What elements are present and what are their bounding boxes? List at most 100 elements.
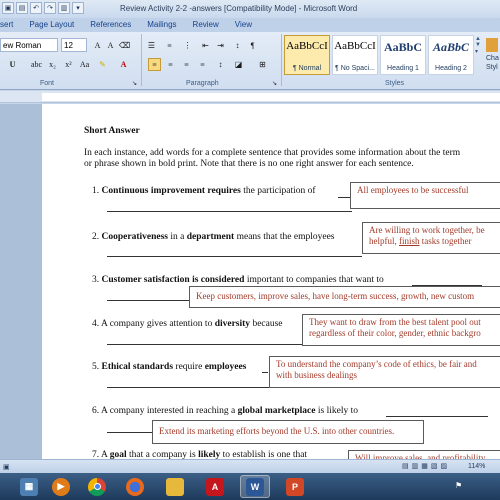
web-layout-icon[interactable]: ▦ [421,462,428,470]
tab-insert[interactable]: sert [0,18,21,32]
macro-record-icon[interactable]: ▣ [3,463,10,471]
decrease-indent-icon[interactable]: ⇤ [199,39,212,52]
style-heading-2[interactable]: AaBbC Heading 2 [428,35,474,75]
answer-blank [262,372,268,373]
undo-icon[interactable]: ↶ [30,2,42,14]
borders-icon[interactable]: ⊞ [256,58,269,71]
subscript-icon[interactable]: x₂ [46,58,59,71]
show-marks-icon[interactable]: ¶ [246,39,259,52]
answer-textbox-2[interactable]: Are willing to work together, be helpful… [362,222,500,254]
answer-blank [386,416,488,417]
question-term: Cooperativeness [101,232,169,242]
question-number: 3. [92,275,100,285]
font-size-select[interactable]: 12 [61,38,87,52]
change-case-icon[interactable]: Aa [78,58,91,71]
taskbar-firefox[interactable] [120,475,150,498]
status-bar: ▣ ▤ ▥ ▦ ▧ ▨ 114% [0,459,500,473]
font-name-select[interactable]: ew Roman [0,38,58,52]
question-text: is likely to [315,406,358,416]
print-icon[interactable]: ▥ [58,2,70,14]
numbering-icon[interactable]: ≡ [163,39,176,52]
taskbar-acrobat[interactable]: A [200,475,230,498]
more-icon[interactable]: ▾ [475,48,485,55]
tab-review[interactable]: Review [185,18,227,32]
shrink-font-icon[interactable]: A [104,39,117,52]
customize-icon[interactable]: ▾ [72,2,84,14]
answer-blank [107,387,269,388]
style-normal[interactable]: AaBbCcI ¶ Normal [284,35,330,75]
answer-textbox-5[interactable]: To understand the company’s code of ethi… [269,356,500,388]
answer-textbox-6[interactable]: Extend its marketing efforts beyond the … [152,420,424,444]
question-2: 2. Cooperativeness in a department means… [92,232,334,242]
full-screen-icon[interactable]: ▥ [412,462,419,470]
font-dialog-launcher-icon[interactable]: ↘ [128,77,141,90]
print-layout-icon[interactable]: ▤ [402,462,409,470]
answer-textbox-7[interactable]: Will improve sales, and profitability [348,450,500,459]
style-no-spacing[interactable]: AaBbCcI ¶ No Spaci... [332,35,378,75]
answer-blank [107,344,302,345]
style-heading-1[interactable]: AaBbC Heading 1 [380,35,426,75]
answer-blank [107,211,352,212]
tab-page-layout[interactable]: Page Layout [21,18,82,32]
word-icon: W [246,477,264,496]
answer-textbox-1[interactable]: All employees to be successful [350,182,500,209]
document-page[interactable]: Short Answer In each instance, add words… [42,104,500,459]
taskbar-chrome[interactable] [82,475,112,498]
justify-icon[interactable]: ≡ [196,58,209,71]
system-tray-flag-icon[interactable]: ⚑ [455,481,462,490]
paragraph-dialog-launcher-icon[interactable]: ↘ [268,77,281,90]
align-left-icon[interactable]: ≡ [148,58,161,71]
align-center-icon[interactable]: ≡ [164,58,177,71]
taskbar-folder[interactable] [160,475,190,498]
answer-line: Are willing to work together, be [369,225,485,235]
highlight-icon[interactable]: ✎ [96,58,109,71]
question-text: in a [168,232,187,242]
folder-icon [166,477,184,496]
horizontal-ruler[interactable] [0,91,500,103]
align-right-icon[interactable]: ≡ [180,58,193,71]
line-spacing-icon[interactable]: ↕ [214,58,227,71]
font-color-icon[interactable]: A [117,58,130,71]
instructions-line-2: or phrase shown in bold print. Note that… [84,159,414,169]
taskbar-powerpoint[interactable]: P [280,475,310,498]
explorer-icon: ▦ [20,477,38,496]
taskbar-media-player[interactable]: ▶ [46,475,76,498]
change-styles-button[interactable]: Cha Styl [486,38,499,72]
office-icon[interactable]: ▣ [2,2,14,14]
save-icon[interactable]: ▤ [16,2,28,14]
question-6: 6. A company interested in reaching a gl… [92,406,358,416]
outline-icon[interactable]: ▧ [431,462,438,470]
multilevel-list-icon[interactable]: ⋮ [181,39,194,52]
styles-scroll[interactable]: ▲ ▼ ▾ [475,36,485,74]
redo-icon[interactable]: ↷ [44,2,56,14]
tab-references[interactable]: References [82,18,139,32]
question-text: A [100,450,110,459]
bullets-icon[interactable]: ☰ [145,39,158,52]
taskbar-word[interactable]: W [240,475,270,498]
increase-indent-icon[interactable]: ⇥ [214,39,227,52]
answer-textbox-3[interactable]: Keep customers, improve sales, have long… [189,286,500,308]
zoom-level[interactable]: 114% [468,463,485,470]
answer-textbox-4[interactable]: They want to draw from the best talent p… [302,314,500,346]
question-text: that a company is [126,450,199,459]
question-text: A company interested in reaching a [100,406,238,416]
underline-icon[interactable]: U [6,58,19,71]
strikethrough-icon[interactable]: abc [30,58,43,71]
question-term: department [186,232,235,242]
font-group-label: Font [40,80,55,87]
superscript-icon[interactable]: x² [62,58,75,71]
tab-view[interactable]: View [227,18,260,32]
tab-mailings[interactable]: Mailings [139,18,184,32]
document-area: Short Answer In each instance, add words… [0,104,500,459]
question-number: 4. [92,319,100,329]
taskbar-explorer[interactable]: ▦ [14,475,44,498]
clear-format-icon[interactable]: ⌫ [118,39,131,52]
style-preview: AaBbC [432,40,469,54]
sort-icon[interactable]: ↕ [231,39,244,52]
question-term: Customer satisfaction is considered [101,275,245,285]
grow-font-icon[interactable]: A [91,39,104,52]
draft-icon[interactable]: ▨ [441,462,448,470]
acrobat-icon: A [206,477,224,496]
shading-icon[interactable]: ◪ [232,58,245,71]
taskbar: ▦ ▶ A W P ⚑ [0,473,500,500]
